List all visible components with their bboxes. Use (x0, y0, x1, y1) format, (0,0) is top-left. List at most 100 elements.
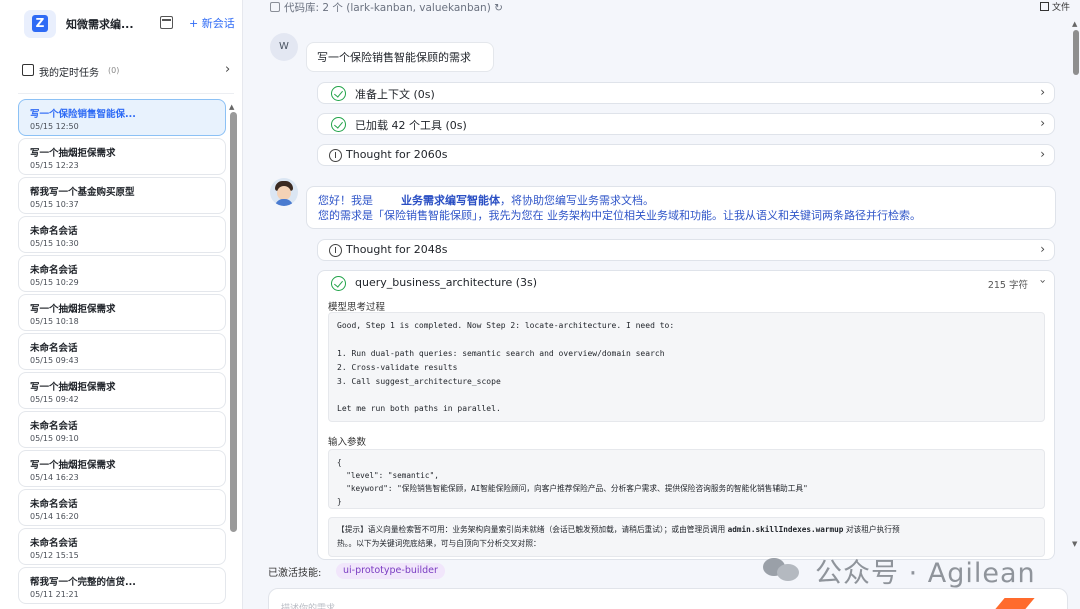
chat-scrollbar[interactable] (1073, 30, 1079, 75)
conversation-title: 写一个抽烟拒保需求 (30, 304, 116, 315)
repo-info[interactable]: 代码库: 2 个 (lark-kanban, valuekanban) ↻ (270, 0, 503, 15)
conversation-item[interactable]: 写一个抽烟拒保需求 05/14 16:23 (18, 450, 226, 487)
conversation-title: 写一个抽烟拒保需求 (30, 382, 116, 393)
scroll-up-icon[interactable]: ▲ (229, 103, 234, 111)
conversation-item[interactable]: 未命名会话 05/15 09:43 (18, 333, 226, 370)
conversation-title: 写一个抽烟拒保需求 (30, 148, 116, 159)
files-label: 文件 (1051, 3, 1070, 13)
conversation-time: 05/12 15:15 (30, 551, 79, 560)
conversation-title: 写一个保险销售智能保... (30, 109, 136, 120)
step-tools-loaded[interactable]: 已加载 42 个工具 (0s) › (317, 113, 1055, 135)
tool-char-count: 215 字符 (987, 280, 1028, 291)
conversation-time: 05/15 10:37 (30, 200, 79, 209)
conversation-item[interactable]: 帮我写一个基金购买原型 05/15 10:37 (18, 177, 226, 214)
chevron-right-icon: › (1040, 116, 1045, 130)
hint-line-2: 热。。以下为关键词兜底结果，可与自顶向下分析交叉对照： (337, 539, 541, 548)
step-label: Thought for 2048s (346, 243, 448, 256)
lightbulb-icon (329, 149, 342, 162)
conversation-time: 05/15 10:18 (30, 317, 79, 326)
hint-line-1: 【提示】语义向量检索暂不可用：业务架构向量索引尚未就绪（会话已触发预加载，请稍后… (337, 525, 900, 534)
conversation-title: 帮我写一个完整的信贷... (30, 577, 136, 588)
conversation-item[interactable]: 未命名会话 05/12 15:15 (18, 528, 226, 565)
thinking-title: 模型思考过程 (328, 302, 386, 313)
conversation-time: 05/15 10:29 (30, 278, 79, 287)
clock-task-icon (22, 64, 34, 76)
scheduled-tasks-row[interactable]: 我的定时任务 (0) › (22, 61, 234, 81)
sidebar: Z 知微需求编... + 新会话 我的定时任务 (0) › 写一个保险销售智能保… (0, 0, 243, 609)
watermark-text: 公众号 · Agilean (815, 558, 1036, 589)
conversation-title: 未命名会话 (30, 265, 78, 276)
agent-name: 业务需求编写智能体 (400, 194, 500, 207)
chevron-down-icon[interactable]: › (1036, 279, 1049, 283)
active-skills-label: 已激活技能: (268, 568, 322, 579)
tool-name[interactable]: query_business_architecture (3s) (355, 276, 537, 289)
conversation-title: 写一个抽烟拒保需求 (30, 460, 116, 471)
user-avatar: W (270, 33, 298, 61)
conversation-item[interactable]: 帮我写一个完整的信贷... 05/11 21:21 (18, 567, 226, 604)
message-composer[interactable]: 描述你的需求... (268, 588, 1068, 609)
conversation-item[interactable]: 未命名会话 05/15 09:10 (18, 411, 226, 448)
conversation-item[interactable]: 写一个抽烟拒保需求 05/15 10:18 (18, 294, 226, 331)
repo-text: 代码库: 2 个 (lark-kanban, valuekanban) ↻ (284, 2, 503, 14)
new-chat-button[interactable]: + 新会话 (189, 15, 235, 31)
step-label: 准备上下文 (0s) (355, 88, 435, 101)
params-title: 输入参数 (328, 437, 367, 448)
conversation-time: 05/14 16:23 (30, 473, 79, 482)
assistant-line-2: 您的需求是「保险销售智能保顾」，我先为您在 业务架构中定位相关业务域和功能。让我… (318, 209, 921, 222)
sidebar-header: Z 知微需求编... + 新会话 (0, 0, 243, 48)
conversation-time: 05/11 21:21 (30, 590, 79, 599)
chevron-right-icon: › (1040, 242, 1045, 256)
app-title: 知微需求编... (66, 18, 134, 31)
step-label: 已加载 42 个工具 (0s) (355, 119, 467, 132)
step-label: Thought for 2060s (346, 148, 448, 161)
conversation-item[interactable]: 未命名会话 05/14 16:20 (18, 489, 226, 526)
params-text: { "level": "semantic", "keyword": "保险销售智… (328, 449, 1045, 509)
skill-tag[interactable]: ui-prototype-builder (336, 563, 445, 579)
assistant-message: 您好！我是 业务需求编写智能体，将协助您编写业务需求文档。 您的需求是「保险销售… (306, 186, 1056, 229)
sidebar-scrollbar[interactable] (230, 112, 237, 532)
chevron-right-icon: › (225, 62, 231, 77)
conversation-time: 05/15 09:10 (30, 434, 79, 443)
conversation-time: 05/15 12:50 (30, 122, 79, 131)
check-circle-icon (331, 86, 346, 101)
step-thought[interactable]: Thought for 2060s › (317, 144, 1055, 166)
conversation-title: 帮我写一个基金购买原型 (30, 187, 135, 198)
conversation-time: 05/15 09:42 (30, 395, 79, 404)
chat-main: 代码库: 2 个 (lark-kanban, valuekanban) ↻ 文件… (256, 0, 1070, 609)
check-circle-icon (331, 276, 346, 291)
scheduled-tasks-label: 我的定时任务 (39, 68, 99, 79)
files-button[interactable]: 文件 (1039, 0, 1070, 13)
conversation-title: 未命名会话 (30, 499, 78, 510)
assistant-line-1: 您好！我是 业务需求编写智能体，将协助您编写业务需求文档。 (318, 194, 654, 207)
thinking-text: Good, Step 1 is completed. Now Step 2: l… (328, 312, 1045, 422)
calendar-icon[interactable] (160, 16, 173, 29)
conversation-item[interactable]: 写一个抽烟拒保需求 05/15 09:42 (18, 372, 226, 409)
conversation-time: 05/14 16:20 (30, 512, 79, 521)
assistant-avatar (270, 178, 298, 206)
composer-placeholder: 描述你的需求... (281, 604, 344, 609)
user-message: 写一个保险销售智能保顾的需求 (306, 42, 494, 72)
check-circle-icon (331, 117, 346, 132)
step-thought-2[interactable]: Thought for 2048s › (317, 239, 1055, 261)
repo-icon (270, 2, 280, 12)
conversation-item[interactable]: 写一个抽烟拒保需求 05/15 12:23 (18, 138, 226, 175)
step-prepare-context[interactable]: 准备上下文 (0s) › (317, 82, 1055, 104)
conversation-item[interactable]: 写一个保险销售智能保... 05/15 12:50 (18, 99, 226, 136)
tool-call-panel: query_business_architecture (3s) 215 字符 … (317, 270, 1055, 560)
conversation-time: 05/15 12:23 (30, 161, 79, 170)
chevron-right-icon: › (1040, 85, 1045, 99)
scroll-up-icon[interactable]: ▲ (1072, 20, 1077, 28)
conversation-item[interactable]: 未命名会话 05/15 10:29 (18, 255, 226, 292)
wechat-icon (763, 556, 801, 582)
conversation-title: 未命名会话 (30, 226, 78, 237)
conversation-title: 未命名会话 (30, 421, 78, 432)
conversation-item[interactable]: 未命名会话 05/15 10:30 (18, 216, 226, 253)
scroll-down-icon[interactable]: ▼ (1072, 540, 1077, 548)
scheduled-tasks-count: (0) (108, 66, 120, 75)
files-icon (1039, 2, 1049, 11)
logo-icon[interactable]: Z (24, 10, 56, 38)
conversation-title: 未命名会话 (30, 343, 78, 354)
conversation-time: 05/15 10:30 (30, 239, 79, 248)
lightbulb-icon (329, 244, 342, 257)
conversation-time: 05/15 09:43 (30, 356, 79, 365)
